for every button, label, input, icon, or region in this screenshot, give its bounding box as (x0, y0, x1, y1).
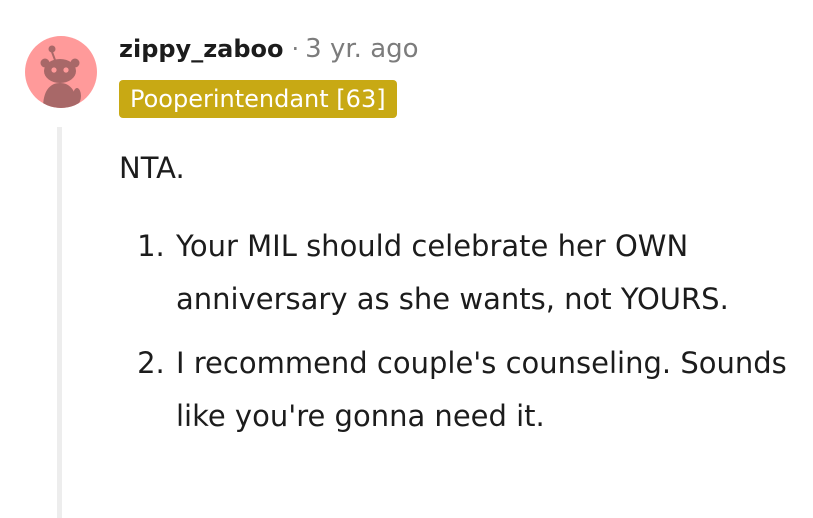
snoo-avatar-icon (40, 45, 81, 108)
thread-line[interactable] (57, 127, 62, 518)
user-flair-badge: Pooperintendant [63] (119, 80, 397, 118)
meta-separator: · (291, 35, 300, 63)
list-item: I recommend couple's counseling. Sounds … (174, 337, 799, 443)
timestamp[interactable]: 3 yr. ago (305, 34, 418, 64)
avatar[interactable] (25, 36, 97, 108)
comment-intro: NTA. (119, 151, 185, 185)
username-link[interactable]: zippy_zaboo (119, 35, 284, 63)
list-item: Your MIL should celebrate her OWN annive… (174, 220, 799, 326)
comment-header: zippy_zaboo · 3 yr. ago (119, 32, 419, 66)
comment-body: NTA. Your MIL should celebrate her OWN a… (119, 142, 799, 454)
comment-list: Your MIL should celebrate her OWN annive… (119, 220, 799, 443)
